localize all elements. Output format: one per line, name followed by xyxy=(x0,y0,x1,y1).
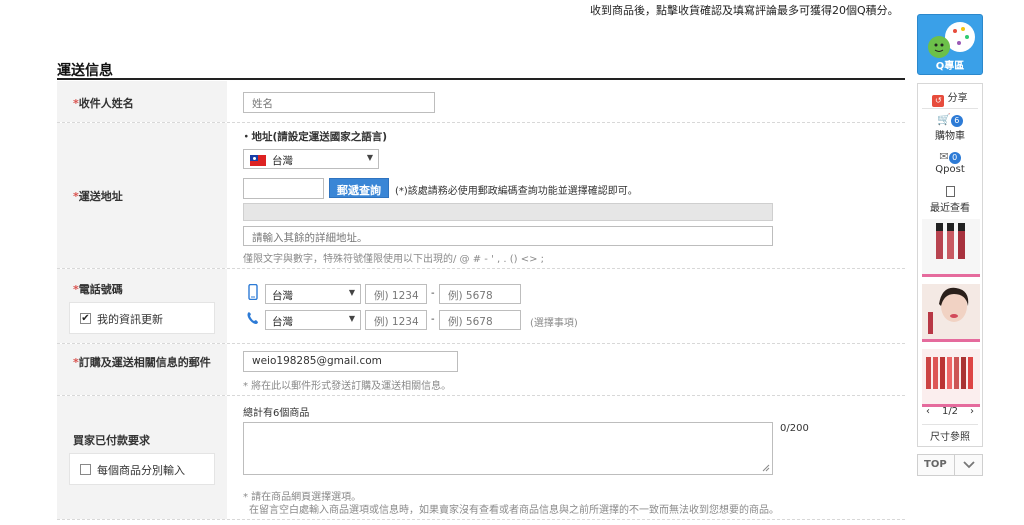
mobile-phone-icon xyxy=(248,284,258,300)
recipient-label: *收件人姓名 xyxy=(73,97,134,110)
side-panel: ↺ 分享 🛒 6 購物車 ✉ 0 Qpost 最近查看 ‹ 1/2 › 尺寸參照 xyxy=(917,83,983,447)
checkbox-checked[interactable]: ✔ xyxy=(80,313,91,324)
buyer-note-2: 在留言空白處輸入商品選項或信息時，如果賣家沒有查看或者商品信息與之前所選擇的不一… xyxy=(249,505,779,516)
lipstick-product-image xyxy=(936,223,965,259)
telephone-part1-input[interactable]: 例) 1234 xyxy=(365,310,427,330)
email-label: *訂購及運送相關信息的郵件 xyxy=(73,356,211,369)
country-select-value: 台灣 xyxy=(272,155,293,167)
lipstick-set-product-image xyxy=(926,357,973,389)
telephone-country-select[interactable]: 台灣 ▼ xyxy=(265,310,361,330)
telephone-part2-input[interactable]: 例) 5678 xyxy=(439,310,521,330)
address-heading: ・地址(請設定運送國家之語言) xyxy=(241,131,388,143)
mobile-country-value: 台灣 xyxy=(272,290,293,302)
telephone-dash: - xyxy=(431,314,435,325)
q-zone-label: Q專區 xyxy=(935,61,965,72)
cart-count-badge: 6 xyxy=(950,115,963,127)
detail-address-input[interactable]: 請輸入其餘的詳細地址。 xyxy=(243,226,773,246)
email-note: * 將在此以郵件形式發送訂購及運送相關信息。 xyxy=(243,381,452,392)
recent-view-button[interactable]: 最近查看 xyxy=(918,186,982,214)
char-count: 0/200 xyxy=(780,423,809,434)
pager-page-indicator: 1/2 xyxy=(941,406,959,417)
detail-address-note: 僅限文字與數字，特殊符號僅限使用以下出現的/ @ # - ' , . () <>… xyxy=(243,254,545,265)
recent-product-thumb-2[interactable] xyxy=(922,284,980,342)
envelope-icon: ✉ xyxy=(939,150,949,163)
pager-prev-button[interactable]: ‹ xyxy=(926,406,930,417)
cart-label: 購物車 xyxy=(935,131,965,142)
base-address-field xyxy=(243,203,773,221)
model-product-image xyxy=(928,287,969,334)
recent-product-thumb-1[interactable] xyxy=(922,219,980,277)
per-item-label: 每個商品分別輸入 xyxy=(97,464,185,477)
q-zone-mascot-icon xyxy=(928,22,975,58)
top-notice: 收到商品後，點擊收貨確認及填寫評論最多可獲得20個Q積分。 xyxy=(590,4,899,17)
cart-button[interactable]: 🛒 6 購物車 xyxy=(918,113,982,142)
mobile-dash: - xyxy=(431,288,435,299)
qpost-label: Qpost xyxy=(935,164,965,175)
taiwan-flag-icon xyxy=(250,155,266,166)
buyer-request-label-cell: 買家已付款要求 每個商品分別輸入 xyxy=(57,396,227,519)
chevron-down-icon: ▼ xyxy=(366,153,373,162)
share-icon: ↺ xyxy=(932,95,945,107)
my-info-update-label: 我的資訊更新 xyxy=(97,313,163,326)
checkbox-unchecked[interactable] xyxy=(80,464,91,475)
per-item-checkbox[interactable]: 每個商品分別輸入 xyxy=(69,453,215,485)
recent-view-label: 最近查看 xyxy=(930,203,970,214)
section-title: 運送信息 xyxy=(57,63,113,79)
address-label: *運送地址 xyxy=(73,190,123,203)
recent-product-thumb-3[interactable] xyxy=(922,349,980,407)
postal-lookup-button[interactable]: 郵遞查詢 xyxy=(329,178,389,198)
address-label-cell: *運送地址 xyxy=(57,123,227,268)
email-label-cell: *訂購及運送相關信息的郵件 xyxy=(57,344,227,395)
chevron-down-icon: ▼ xyxy=(348,288,355,297)
title-divider xyxy=(57,78,905,80)
chevron-down-icon: ▼ xyxy=(348,314,355,323)
share-label: 分享 xyxy=(947,93,968,104)
scroll-top-button[interactable]: TOP xyxy=(917,454,983,476)
buyer-request-row: 買家已付款要求 每個商品分別輸入 總計有6個商品 0/200 * 請在商品網頁選… xyxy=(57,396,905,520)
email-input[interactable]: weio198285@gmail.com xyxy=(243,351,458,372)
mobile-part2-input[interactable]: 例) 5678 xyxy=(439,284,521,304)
scroll-down-button[interactable] xyxy=(954,455,982,475)
recipient-label-cell: *收件人姓名 xyxy=(57,81,227,122)
mobile-country-select[interactable]: 台灣 ▼ xyxy=(265,284,361,304)
recipient-row: *收件人姓名 姓名 xyxy=(57,81,905,123)
recent-pager: ‹ 1/2 › xyxy=(918,406,982,417)
share-button[interactable]: ↺ 分享 xyxy=(918,89,982,107)
telephone-icon xyxy=(247,312,258,324)
qpost-button[interactable]: ✉ 0 Qpost xyxy=(918,150,982,175)
qpost-count-badge: 0 xyxy=(948,152,961,164)
email-row: *訂購及運送相關信息的郵件 weio198285@gmail.com * 將在此… xyxy=(57,344,905,396)
telephone-country-value: 台灣 xyxy=(272,316,293,328)
address-row: *運送地址 ・地址(請設定運送國家之語言) 台灣 ▼ 郵遞查詢 (*)該處請務必… xyxy=(57,123,905,269)
pager-next-button[interactable]: › xyxy=(970,406,974,417)
recipient-name-input[interactable]: 姓名 xyxy=(243,92,435,113)
buyer-request-label: 買家已付款要求 xyxy=(73,434,150,447)
telephone-optional-note: (選擇事項) xyxy=(530,318,578,329)
my-info-update-checkbox[interactable]: ✔ 我的資訊更新 xyxy=(69,302,215,334)
resize-grip-icon[interactable] xyxy=(762,464,770,472)
buyer-request-textarea[interactable] xyxy=(243,422,773,475)
phone-label: *電話號碼 xyxy=(73,283,123,296)
phone-label-cell: *電話號碼 ✔ 我的資訊更新 xyxy=(57,269,227,343)
side-divider xyxy=(922,108,978,109)
document-icon xyxy=(945,186,955,197)
cart-icon: 🛒 xyxy=(937,113,951,126)
country-select[interactable]: 台灣 ▼ xyxy=(243,149,379,169)
chevron-down-icon xyxy=(963,461,975,469)
product-count: 總計有6個商品 xyxy=(243,408,310,419)
postal-note: (*)該處請務必使用郵政編碼查詢功能並選擇確認即可。 xyxy=(395,186,638,197)
top-label: TOP xyxy=(924,459,947,470)
q-zone-button[interactable]: Q專區 xyxy=(917,14,983,75)
side-divider xyxy=(922,424,978,425)
postal-code-input[interactable] xyxy=(243,178,324,199)
phone-row: *電話號碼 ✔ 我的資訊更新 台灣 ▼ 例) 1234 - 例) 5678 台灣… xyxy=(57,269,905,344)
size-guide-link[interactable]: 尺寸參照 xyxy=(918,428,982,443)
mobile-part1-input[interactable]: 例) 1234 xyxy=(365,284,427,304)
